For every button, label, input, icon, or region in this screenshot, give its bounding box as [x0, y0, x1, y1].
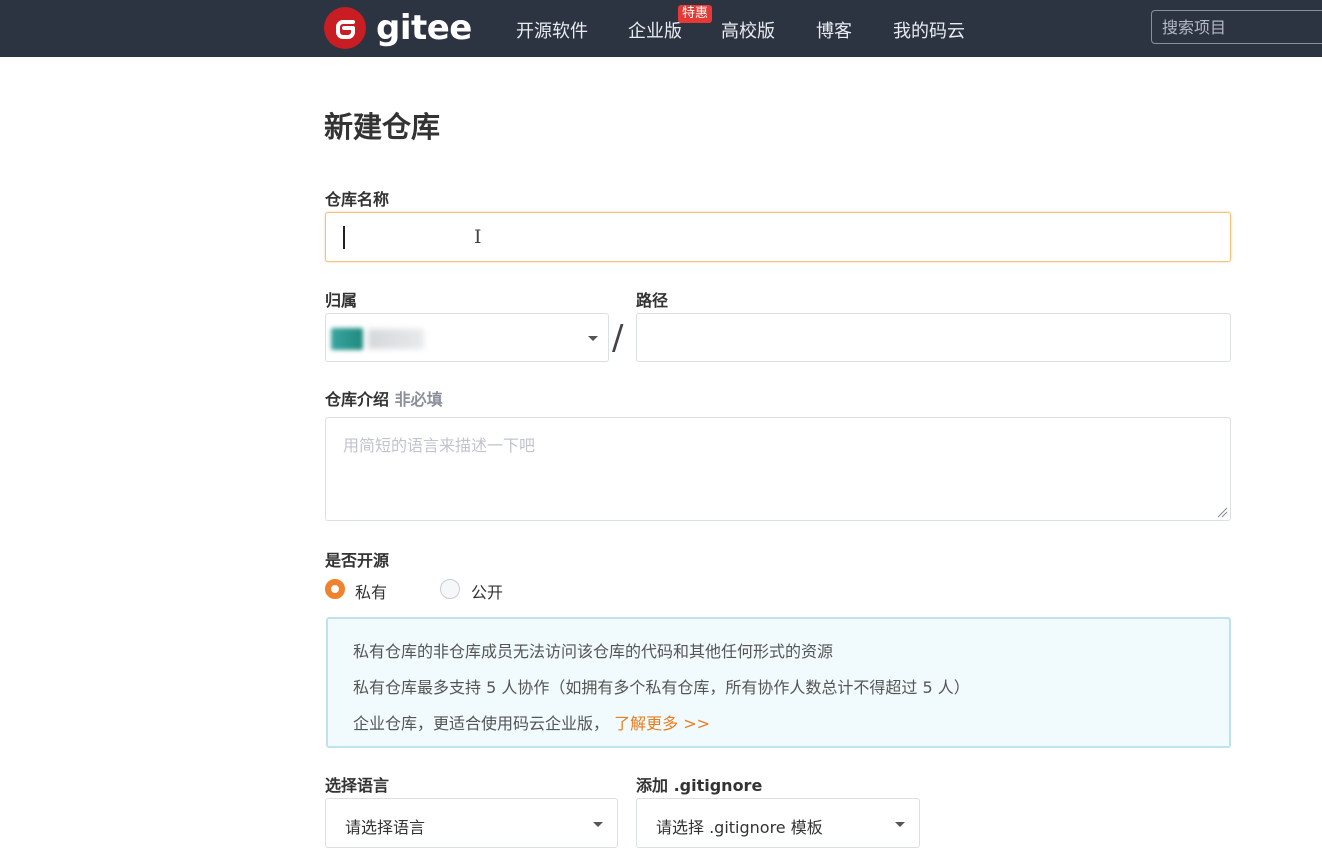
nav-enterprise[interactable]: 企业版	[628, 17, 682, 43]
optional-hint: 非必填	[394, 390, 443, 409]
radio-public-label[interactable]: 公开	[471, 579, 503, 603]
owner-label: 归属	[325, 291, 358, 310]
promo-badge: 特惠	[678, 5, 713, 23]
search-input[interactable]	[1151, 10, 1322, 44]
info-line-2: 私有仓库最多支持 5 人协作（如拥有多个私有仓库，所有协作人数总计不得超过 5 …	[353, 678, 970, 697]
gitignore-label: 添加 .gitignore	[636, 776, 763, 795]
chevron-down-icon	[588, 336, 598, 341]
description-label-text: 仓库介绍	[325, 390, 390, 409]
radio-public[interactable]	[440, 579, 460, 599]
path-input[interactable]	[636, 313, 1231, 362]
info-line-3-text: 企业仓库，更适合使用码云企业版，	[353, 714, 610, 733]
top-navbar: gitee 开源软件 企业版 特惠 高校版 博客 我的码云	[0, 0, 1322, 57]
description-label: 仓库介绍 非必填	[325, 386, 443, 410]
info-line-3: 企业仓库，更适合使用码云企业版， 了解更多 >>	[353, 710, 710, 734]
text-cursor-icon: I	[474, 226, 482, 248]
gitignore-select-value: 请选择 .gitignore 模板	[656, 818, 823, 837]
description-textarea[interactable]	[325, 417, 1231, 521]
learn-more-link[interactable]: 了解更多 >>	[614, 714, 710, 733]
chevron-down-icon	[895, 822, 905, 827]
logo-text: gitee	[376, 8, 472, 48]
repo-name-input[interactable]	[325, 212, 1231, 262]
path-label: 路径	[636, 291, 669, 310]
language-select-value: 请选择语言	[345, 818, 426, 837]
radio-private-label[interactable]: 私有	[355, 579, 387, 603]
repo-name-label: 仓库名称	[325, 190, 390, 209]
owner-name-redacted	[368, 329, 424, 349]
owner-select[interactable]	[325, 313, 609, 362]
info-line-1: 私有仓库的非仓库成员无法访问该仓库的代码和其他任何形式的资源	[353, 642, 834, 661]
gitee-logo-icon	[324, 7, 366, 49]
page-title: 新建仓库	[324, 110, 441, 144]
gitignore-select[interactable]: 请选择 .gitignore 模板	[636, 798, 920, 848]
visibility-label: 是否开源	[325, 551, 390, 570]
language-select[interactable]: 请选择语言	[325, 798, 618, 848]
nav-open-source[interactable]: 开源软件	[516, 17, 588, 43]
language-label: 选择语言	[325, 776, 390, 795]
radio-private[interactable]	[325, 579, 345, 599]
owner-avatar	[331, 328, 363, 350]
private-info-box: 私有仓库的非仓库成员无法访问该仓库的代码和其他任何形式的资源 私有仓库最多支持 …	[326, 617, 1231, 748]
resize-grip-icon[interactable]	[1216, 506, 1228, 518]
chevron-down-icon	[593, 822, 603, 827]
nav-education[interactable]: 高校版	[721, 17, 775, 43]
nav-my-gitee[interactable]: 我的码云	[893, 17, 965, 43]
text-caret	[343, 226, 345, 249]
nav-blog[interactable]: 博客	[816, 17, 852, 43]
gitee-logo[interactable]: gitee	[324, 7, 472, 49]
path-separator: /	[612, 318, 624, 358]
